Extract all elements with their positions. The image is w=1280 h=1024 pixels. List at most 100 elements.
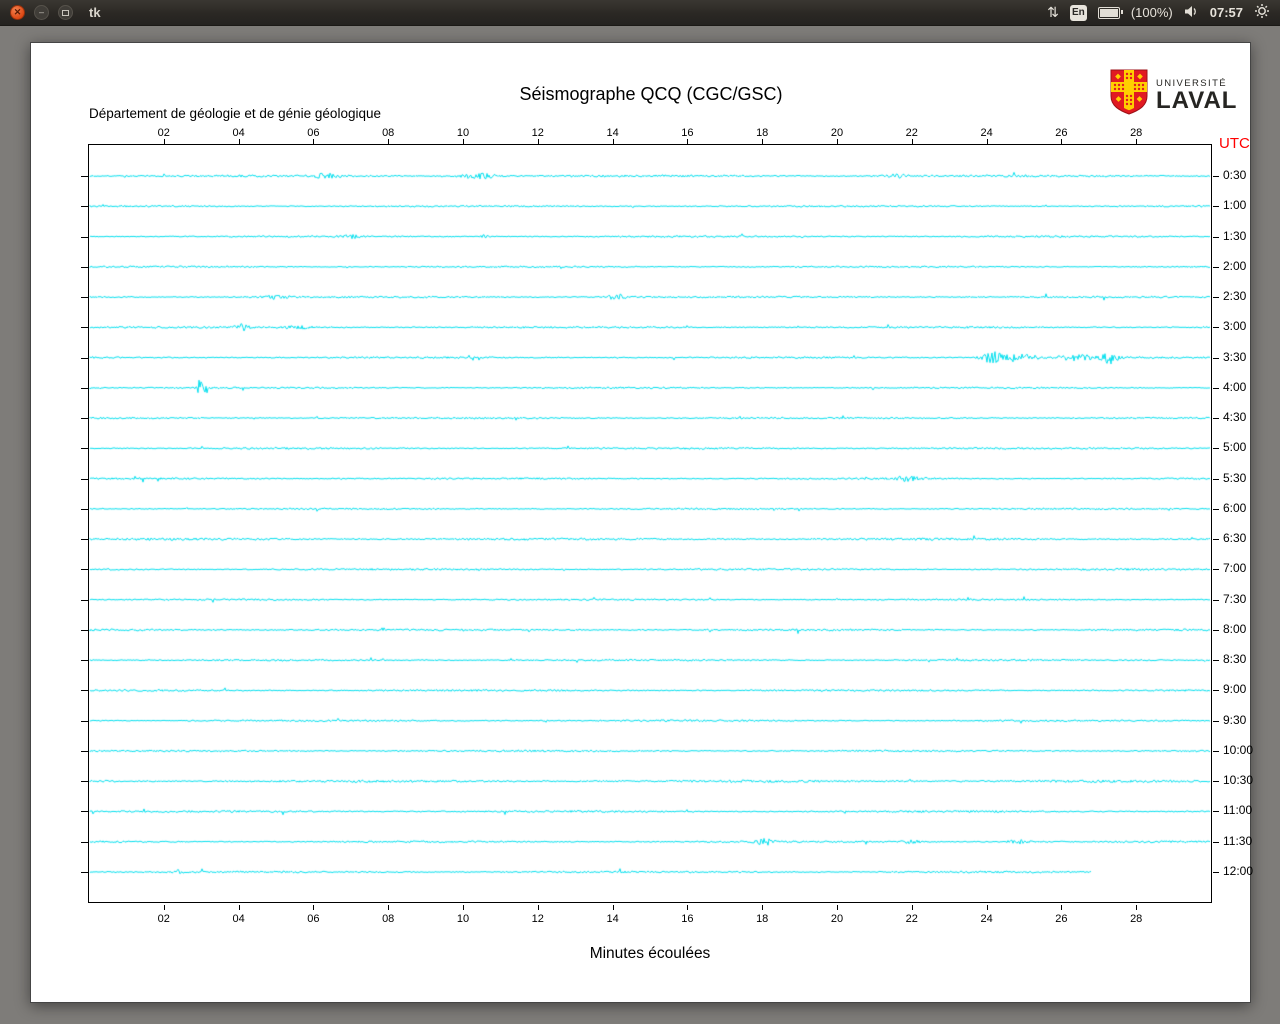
x-tick-mark-top xyxy=(463,139,464,144)
keyboard-layout-indicator[interactable]: En xyxy=(1069,4,1087,21)
laval-shield-icon xyxy=(1110,69,1148,115)
x-tick-label-bottom: 24 xyxy=(980,913,993,925)
row-time-label: 10:00 xyxy=(1223,743,1254,757)
row-time-label: 3:00 xyxy=(1223,319,1247,333)
battery-fill xyxy=(1099,8,1118,17)
row-tick-mark-right xyxy=(1213,872,1219,873)
battery-icon[interactable] xyxy=(1097,6,1123,19)
row-tick-mark-right xyxy=(1213,297,1219,298)
row-tick-mark-right xyxy=(1213,842,1219,843)
x-tick-label-top: 02 xyxy=(157,127,170,139)
row-tick-mark-right xyxy=(1213,267,1219,268)
x-tick-label-top: 22 xyxy=(905,127,918,139)
row-time-label: 9:30 xyxy=(1223,713,1247,727)
row-tick-mark-left xyxy=(81,569,88,570)
page-title: Séismographe QCQ (CGC/GSC) xyxy=(519,84,783,104)
row-time-label: 8:00 xyxy=(1223,622,1247,636)
minimize-button[interactable]: – xyxy=(34,5,49,20)
row-tick-mark-right xyxy=(1213,509,1219,510)
x-tick-mark-top xyxy=(313,139,315,144)
row-tick-mark-left xyxy=(81,509,88,510)
x-tick-label-bottom: 04 xyxy=(232,913,245,925)
row-tick-mark-left xyxy=(81,448,88,449)
x-tick-mark-bottom xyxy=(1061,905,1063,910)
row-tick-mark-left xyxy=(81,418,88,419)
app-window: Département de géologie et de génie géol… xyxy=(30,42,1254,1003)
row-tick-mark-left xyxy=(81,600,88,601)
row-tick-mark-right xyxy=(1213,569,1219,570)
maximize-button[interactable] xyxy=(58,5,73,20)
x-tick-mark-bottom xyxy=(388,905,390,910)
x-tick-label-bottom: 08 xyxy=(382,913,395,925)
x-tick-label-bottom: 22 xyxy=(905,913,918,925)
x-tick-label-top: 26 xyxy=(1055,127,1068,139)
row-time-label: 7:30 xyxy=(1223,592,1247,606)
x-tick-mark-top xyxy=(388,139,390,144)
x-tick-mark-bottom xyxy=(687,905,689,910)
x-tick-label-bottom: 28 xyxy=(1130,913,1143,925)
x-tick-label-top: 24 xyxy=(980,127,993,139)
row-time-label: 12:00 xyxy=(1223,864,1254,878)
row-tick-mark-right xyxy=(1213,600,1219,601)
row-time-label: 1:00 xyxy=(1223,198,1247,212)
row-time-label: 5:00 xyxy=(1223,440,1247,454)
utc-axis-label: UTC xyxy=(1219,135,1250,152)
close-button[interactable]: ✕ xyxy=(10,5,25,20)
row-time-label: 2:00 xyxy=(1223,259,1247,273)
row-time-label: 7:00 xyxy=(1223,561,1247,575)
updown-arrows-icon[interactable]: ⇅ xyxy=(1047,6,1059,20)
minimize-icon: – xyxy=(38,7,44,17)
x-tick-mark-bottom xyxy=(163,905,165,910)
row-tick-mark-left xyxy=(81,176,88,177)
row-tick-mark-left xyxy=(81,721,88,722)
x-tick-label-top: 14 xyxy=(606,127,619,139)
x-tick-label-top: 20 xyxy=(830,127,844,139)
row-tick-mark-right xyxy=(1213,327,1219,328)
x-tick-mark-top xyxy=(612,139,614,144)
x-tick-mark-bottom xyxy=(986,905,988,910)
x-tick-mark-top xyxy=(837,139,838,144)
volume-icon[interactable] xyxy=(1184,5,1199,21)
row-time-label: 8:30 xyxy=(1223,652,1247,666)
x-tick-label-bottom: 26 xyxy=(1055,913,1068,925)
row-tick-mark-right xyxy=(1213,388,1219,389)
row-tick-mark-right xyxy=(1213,237,1219,238)
x-tick-mark-bottom xyxy=(911,905,913,910)
row-tick-mark-right xyxy=(1213,206,1219,207)
row-tick-mark-right xyxy=(1213,751,1219,752)
desktop-titlebar[interactable]: ✕ – tk ⇅ En (100%) 07:57 xyxy=(0,0,1280,26)
logo-laval-label: LAVAL xyxy=(1156,87,1238,114)
row-time-label: 11:30 xyxy=(1223,834,1253,848)
x-tick-label-bottom: 18 xyxy=(756,913,769,925)
x-tick-label-top: 16 xyxy=(681,127,694,139)
x-tick-mark-top xyxy=(1136,139,1138,144)
x-tick-mark-top xyxy=(238,139,240,144)
x-tick-mark-bottom xyxy=(463,905,464,910)
row-tick-mark-right xyxy=(1213,811,1219,812)
row-tick-mark-left xyxy=(81,842,88,843)
row-time-label: 5:30 xyxy=(1223,471,1247,485)
system-tray: ⇅ En (100%) 07:57 xyxy=(1047,3,1270,22)
row-time-label: 4:30 xyxy=(1223,410,1247,424)
row-tick-mark-left xyxy=(81,479,88,480)
x-tick-label-top: 18 xyxy=(756,127,769,139)
x-tick-label-bottom: 02 xyxy=(157,913,170,925)
x-tick-label-bottom: 14 xyxy=(606,913,619,925)
row-tick-mark-left xyxy=(81,206,88,207)
x-tick-mark-bottom xyxy=(762,905,764,910)
session-gear-icon[interactable] xyxy=(1254,3,1270,22)
row-tick-mark-right xyxy=(1213,418,1219,419)
row-time-label: 10:30 xyxy=(1223,773,1254,787)
row-time-label: 3:30 xyxy=(1223,350,1247,364)
x-tick-label-top: 12 xyxy=(531,127,544,139)
x-tick-label-bottom: 16 xyxy=(681,913,694,925)
x-tick-mark-top xyxy=(537,139,539,144)
row-tick-mark-left xyxy=(81,327,88,328)
x-tick-mark-top xyxy=(687,139,689,144)
clock-label[interactable]: 07:57 xyxy=(1210,5,1243,20)
row-tick-mark-left xyxy=(81,872,88,873)
x-tick-label-bottom: 10 xyxy=(456,913,470,925)
x-tick-label-top: 04 xyxy=(232,127,245,139)
row-tick-mark-left xyxy=(81,781,88,782)
row-time-label: 9:00 xyxy=(1223,682,1247,696)
